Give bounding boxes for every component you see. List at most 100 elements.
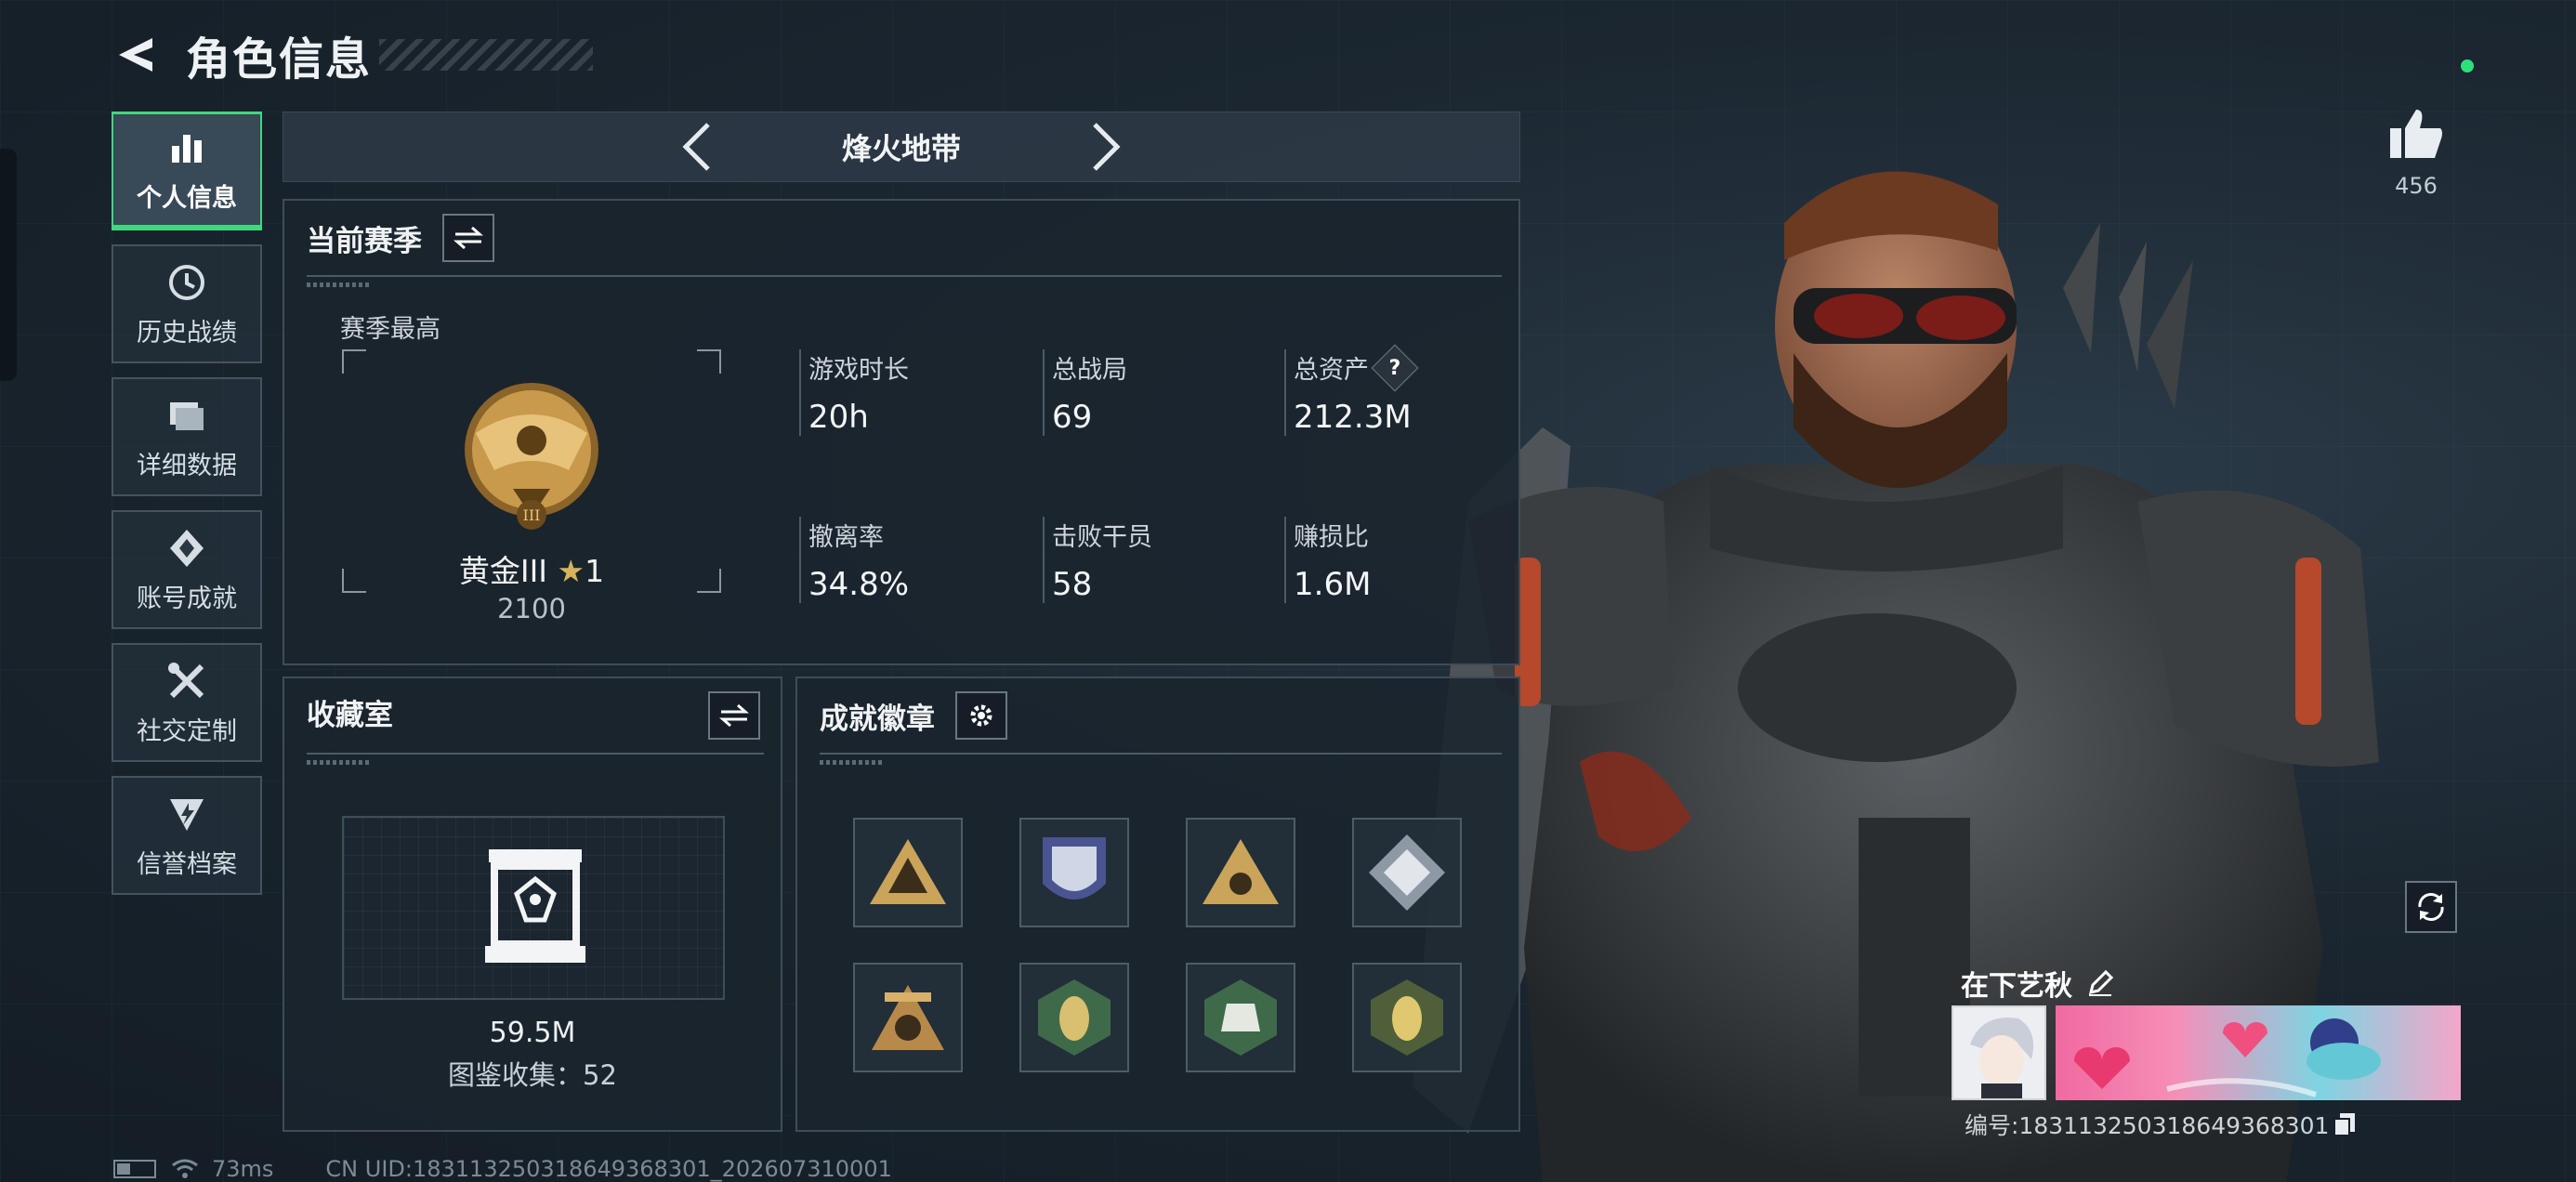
avatar[interactable] [1952,1005,2046,1100]
season-switch-button[interactable] [442,214,494,262]
stat-total-assets: 总资产 ? 212.3M [1284,344,1498,436]
nickname-row: 在下艺秋 [1961,963,2115,1004]
player-uid-row: 编号:18311325031864936830​1 [1965,1108,2357,1141]
avatar-portrait-icon [1953,1007,2044,1098]
badge-tile[interactable] [1186,963,1295,1072]
badges-settings-button[interactable] [955,691,1007,740]
rank-frame: III 黄金III ★1 2100 [342,349,721,624]
stat-total-matches: 总战局 69 [1043,349,1256,436]
mode-title: 烽火地带 [841,131,961,166]
left-edge-handle [0,149,17,381]
badge-tile[interactable] [1019,818,1129,927]
page-title: 角色信息 [186,33,373,85]
player-banner[interactable] [2056,1005,2461,1100]
season-panel-header: 当前赛季 [307,214,494,262]
collection-panel-title: 收藏室 [307,699,393,732]
history-clock-icon [164,260,209,305]
collection-divider [307,753,764,765]
season-panel-title: 当前赛季 [307,224,422,258]
blue-shield-badge-icon [1043,837,1106,900]
stat-label: 击败干员 [1052,523,1152,552]
swap-arrows-icon [453,226,483,250]
badge-tile[interactable] [853,963,963,1072]
rank-star-count: 1 [585,553,605,589]
back-button[interactable] [112,31,160,79]
display-case-icon [485,849,585,963]
mode-next-button[interactable] [1078,119,1134,175]
season-best-label: 赛季最高 [340,315,440,344]
stat-label: 赚损比 [1294,523,1369,552]
refresh-button[interactable] [2405,881,2457,933]
bar-chart-icon [164,125,209,170]
title-decoration [379,39,594,71]
help-icon-glyph: ? [1388,355,1401,379]
gear-icon [970,704,992,727]
stat-profit-ratio: 赚损比 1.6M [1284,517,1498,603]
footer-uid: CN UID:18311325031864936830​1_2026073100… [325,1156,892,1182]
sidebar-item-label: 详细数据 [137,451,237,480]
stat-value: 69 [1052,399,1093,436]
silver-diamond-badge-icon [1369,834,1445,911]
hornet-hex-badge-icon [1371,979,1443,1056]
sidebar: 个人信息 历史战绩 详细数据 账号成就 社交定制 信誉档案 [112,112,262,909]
credit-shield-icon [164,792,209,836]
sidebar-item-achievements[interactable]: 账号成就 [112,510,262,629]
season-divider [307,275,1502,287]
sidebar-item-label: 个人信息 [137,184,237,213]
player-uid: 编号:18311325031864936830​1 [1965,1112,2330,1139]
badge-grid [853,818,1462,1072]
refresh-icon [2418,893,2444,921]
player-card[interactable] [1952,1005,2461,1100]
collection-value: 59.5M [489,1017,576,1049]
thumbs-up-icon [2390,110,2442,158]
swap-arrows-icon [719,703,749,728]
sidebar-item-history[interactable]: 历史战绩 [112,244,262,363]
banner-artwork-icon [2074,1018,2381,1097]
badge-tile[interactable] [1019,963,1129,1072]
like-button[interactable] [2386,104,2446,164]
chevron-left-icon [682,123,710,171]
stat-kills: 击败干员 58 [1043,517,1256,603]
green-hex-badge-icon [1204,979,1277,1056]
help-icon[interactable]: ? [1371,344,1419,391]
badge-tile[interactable] [1352,818,1462,927]
stat-play-time: 游戏时长 20h [799,349,1013,436]
folder-data-icon [164,393,209,438]
mode-prev-button[interactable] [669,119,725,175]
bronze-50-badge-icon [872,985,944,1050]
sidebar-item-label: 信誉档案 [137,849,237,879]
online-status-dot [2461,59,2474,72]
sidebar-item-detail-data[interactable]: 详细数据 [112,377,262,496]
copy-icon[interactable] [2333,1111,2357,1137]
stat-value: 1.6M [1294,566,1372,603]
badge-tile[interactable] [1186,818,1295,927]
stat-value: 58 [1052,566,1093,603]
sidebar-item-personal-info[interactable]: 个人信息 [112,112,262,230]
sidebar-item-label: 社交定制 [137,716,237,746]
badge-tile[interactable] [853,818,963,927]
edit-pencil-icon[interactable] [2085,968,2115,998]
stat-value: 212.3M [1294,399,1412,436]
sidebar-item-label: 历史战绩 [137,318,237,348]
collection-panel-header: 收藏室 [307,691,393,733]
collection-switch-button[interactable] [708,691,760,740]
achievement-medal-icon [164,526,209,571]
sidebar-item-label: 账号成就 [137,584,237,613]
stat-label-text: 总资产 [1294,356,1369,385]
badges-panel-title: 成就徽章 [820,702,935,736]
stat-label: 撤离率 [808,523,884,552]
badge-tile[interactable] [1352,963,1462,1072]
wrench-tools-icon [164,659,209,703]
frame-corner [697,349,721,374]
chevron-right-icon [1093,123,1121,171]
collection-panel[interactable]: 收藏室 59.5M 图鉴收集：52 [283,676,782,1132]
stat-extract-rate: 撤离率 34.8% [799,517,1013,603]
badges-divider [820,753,1502,765]
stat-label: 总资产 ? [1294,344,1498,391]
header: 角色信息 [112,26,594,85]
sidebar-item-credit[interactable]: 信誉档案 [112,776,262,895]
sidebar-item-social[interactable]: 社交定制 [112,643,262,762]
rank-name: 黄金III ★1 [342,546,721,591]
star-icon: ★ [557,553,585,589]
rank-score: 2100 [497,593,566,624]
